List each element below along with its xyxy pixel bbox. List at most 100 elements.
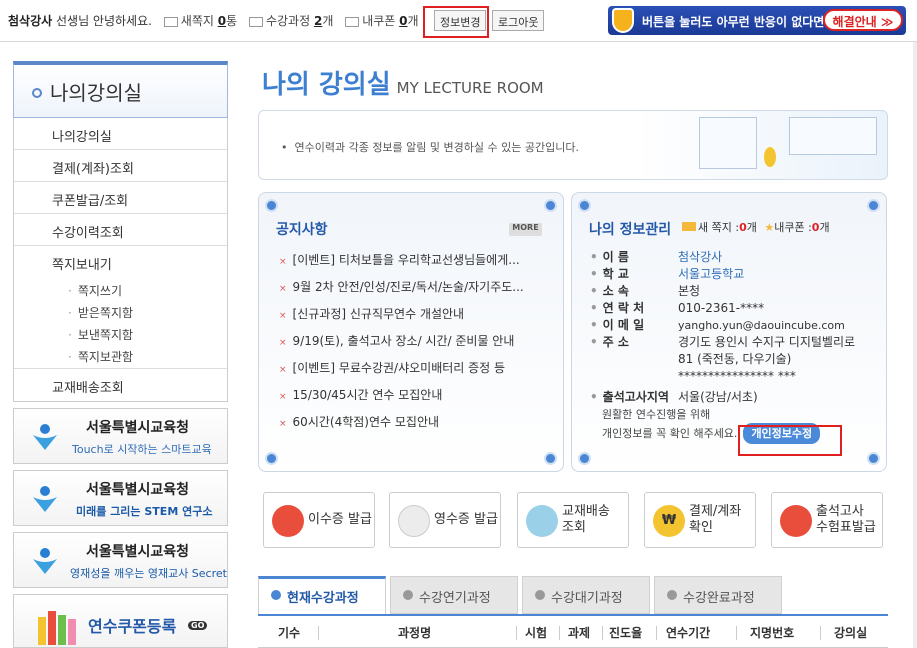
column-header: 과제 <box>568 626 591 640</box>
quick-button-label: 영수증 발급 <box>434 512 498 527</box>
divider <box>602 626 603 640</box>
promo-banner-smart[interactable]: 서울특별시교육청 Touch로 시작하는 스마트교육 <box>13 408 228 464</box>
info-row-school: 학 교서울고등학교 <box>590 266 880 283</box>
payment-button[interactable]: ₩ 결제/계좌 확인 <box>644 492 756 548</box>
info-row-email: 이 메 일yangho.yun@daouincube.com <box>590 317 880 334</box>
tab-label: 수강연기과정 <box>419 591 491 606</box>
pin-icon <box>580 201 589 210</box>
pin-icon <box>580 454 589 463</box>
divider <box>656 626 657 640</box>
circle-icon <box>32 88 42 98</box>
pin-icon <box>546 454 555 463</box>
promo-subtitle: Touch로 시작하는 스마트교육 <box>72 443 212 456</box>
certificate-icon <box>272 505 304 537</box>
pin-icon <box>869 201 878 210</box>
delivery-button[interactable]: 교재배송 조회 <box>517 492 629 548</box>
info-key: 학 교 <box>590 266 678 283</box>
new-notes-link[interactable]: 새쪽지 0통 <box>163 12 237 29</box>
notice-item[interactable]: [신규과정] 신규직무연수 개설안내 <box>279 305 549 332</box>
sidebar-item-payment[interactable]: 결제(계좌)조회 <box>14 150 227 182</box>
notice-item[interactable]: [이벤트] 무료수강권/샤오미배터리 증정 등 <box>279 359 549 386</box>
scrollbar[interactable] <box>913 42 917 648</box>
column-header: 시험 <box>525 626 548 640</box>
notice-item[interactable]: 60시간(4학점)연수 모집안내 <box>279 413 549 440</box>
course-table-header: 기수 과정명 시험 과제 진도율 연수기간 지명번호 강의실 <box>258 614 888 648</box>
monitor-illustration-icon <box>789 117 877 155</box>
promo-title: 서울특별시교육청 <box>86 420 190 436</box>
info-note-line1: 원활한 연수진행을 위해 <box>602 408 711 421</box>
certificate-button[interactable]: 이수증 발급 <box>263 492 375 548</box>
sidebar-item-my-room[interactable]: 나의강의실 <box>14 118 227 150</box>
courses-link[interactable]: 수강과정 2개 <box>248 12 333 29</box>
sidebar-item-history[interactable]: 수강이력조회 <box>14 214 227 246</box>
coupon-register-banner[interactable]: 연수쿠폰등록 GO <box>13 594 228 648</box>
course-tabs: 현재수강과정 수강연기과정 수강대기과정 수강완료과정 <box>258 576 888 614</box>
promo-title: 서울특별시교육청 <box>86 544 190 560</box>
help-button[interactable]: 해결안내 ≫ <box>823 9 903 31</box>
receipt-button[interactable]: 영수증 발급 <box>389 492 501 548</box>
tab-completed[interactable]: 수강완료과정 <box>654 576 782 614</box>
intro-text-content: 연수이력과 각종 정보를 알림 및 변경하실 수 있는 공간입니다. <box>294 141 579 154</box>
tab-postponed[interactable]: 수강연기과정 <box>390 576 518 614</box>
help-banner[interactable]: 버튼을 눌러도 아무런 반응이 없다면! 해결안내 ≫ <box>608 6 906 35</box>
info-note-label: 새 쪽지 : <box>698 221 740 234</box>
promo-title: 서울특별시교육청 <box>86 482 190 498</box>
sidebar-subitem-write[interactable]: 쪽지쓰기 <box>14 278 227 300</box>
exam-ticket-button[interactable]: 출석고사 수험표발급 <box>771 492 883 548</box>
arrow-icon <box>271 590 281 600</box>
info-value: 서울(강남/서초) <box>678 390 758 404</box>
star-icon: ★ <box>764 221 775 234</box>
info-coupon-label: 내쿠폰 : <box>774 221 812 234</box>
column-header: 기수 <box>278 626 301 640</box>
more-button[interactable]: MORE <box>509 223 542 236</box>
tab-current[interactable]: 현재수강과정 <box>258 576 386 614</box>
info-key: 출석고사지역 <box>590 389 678 406</box>
pin-icon <box>267 201 276 210</box>
notice-item[interactable]: 15/30/45시간 연수 모집안내 <box>279 386 549 413</box>
page-title-en: MY LECTURE ROOM <box>396 79 544 97</box>
column-header: 강의실 <box>834 626 868 640</box>
my-info-panel: 나의 정보관리 새 쪽지 :0개 ★내쿠폰 :0개 이 름첨삭강사 학 교서울고… <box>571 192 887 472</box>
page-title-text: 나의 강의실 <box>262 70 391 100</box>
divider <box>318 626 319 640</box>
banner-text: 버튼을 눌러도 아무런 반응이 없다면! <box>642 15 830 29</box>
seoul-edu-logo-icon <box>33 424 57 450</box>
sidebar-subitem-archive[interactable]: 쪽지보관함 <box>14 344 227 369</box>
sidebar-subitem-sent[interactable]: 보낸쪽지함 <box>14 322 227 344</box>
promo-banner-stem[interactable]: 서울특별시교육청 미래를 그리는 STEM 연구소 <box>13 470 228 526</box>
new-notes-label: 새쪽지 <box>180 14 214 28</box>
info-key: 주 소 <box>590 334 678 385</box>
info-value: 경기도 용인시 수지구 디지털벨리로 81 (죽전동, 다우기술) ******… <box>678 335 856 383</box>
top-bar: 첨삭강사 선생님 안녕하세요. 새쪽지 0통 수강과정 2개 내쿠폰 0개 정보… <box>0 0 917 42</box>
tab-waiting[interactable]: 수강대기과정 <box>522 576 650 614</box>
sidebar-item-delivery[interactable]: 교재배송조회 <box>14 369 227 401</box>
promo-subtitle: 영재성을 깨우는 영재교사 Secret <box>70 567 227 580</box>
highlight-box <box>423 6 489 38</box>
info-coupon-unit: 개 <box>819 221 830 234</box>
info-key: 이 름 <box>590 249 678 266</box>
sidebar-item-coupon[interactable]: 쿠폰발급/조회 <box>14 182 227 214</box>
receipt-icon <box>398 505 430 537</box>
new-notes-count: 0 <box>217 14 227 28</box>
info-note-count: 0 <box>739 221 747 234</box>
info-key: 이 메 일 <box>590 317 678 334</box>
notice-item[interactable]: 9월 2차 안전/인성/진로/독서/논술/자기주도... <box>279 278 549 305</box>
column-header: 연수기간 <box>666 626 711 640</box>
seoul-edu-logo-icon <box>33 486 57 512</box>
sidebar-title: 나의강의실 <box>13 61 228 118</box>
coupons-link[interactable]: 내쿠폰 0개 <box>345 12 419 29</box>
arrow-icon <box>667 590 677 600</box>
notice-item[interactable]: 9/19(토), 출석고사 장소/ 시간/ 준비물 안내 <box>279 332 549 359</box>
promo-banner-gifted[interactable]: 서울특별시교육청 영재성을 깨우는 영재교사 Secret <box>13 532 228 588</box>
logout-button[interactable]: 로그아웃 <box>492 10 545 31</box>
info-row-address: 주 소경기도 용인시 수지구 디지털벨리로 81 (죽전동, 다우기술) ***… <box>590 334 880 385</box>
sidebar-subitem-inbox[interactable]: 받은쪽지함 <box>14 300 227 322</box>
highlight-box <box>738 425 842 456</box>
info-table: 이 름첨삭강사 학 교서울고등학교 소 속본청 연 락 처010-2361-**… <box>590 249 880 444</box>
notice-item[interactable]: [이벤트] 티처보틀을 우리학교선생님들에게... <box>279 251 549 278</box>
sidebar-item-send-note[interactable]: 쪽지보내기 <box>14 246 227 278</box>
courses-label: 수강과정 <box>265 14 311 28</box>
truck-icon <box>526 505 558 537</box>
info-row-name: 이 름첨삭강사 <box>590 249 880 266</box>
envelope-icon <box>163 16 178 27</box>
